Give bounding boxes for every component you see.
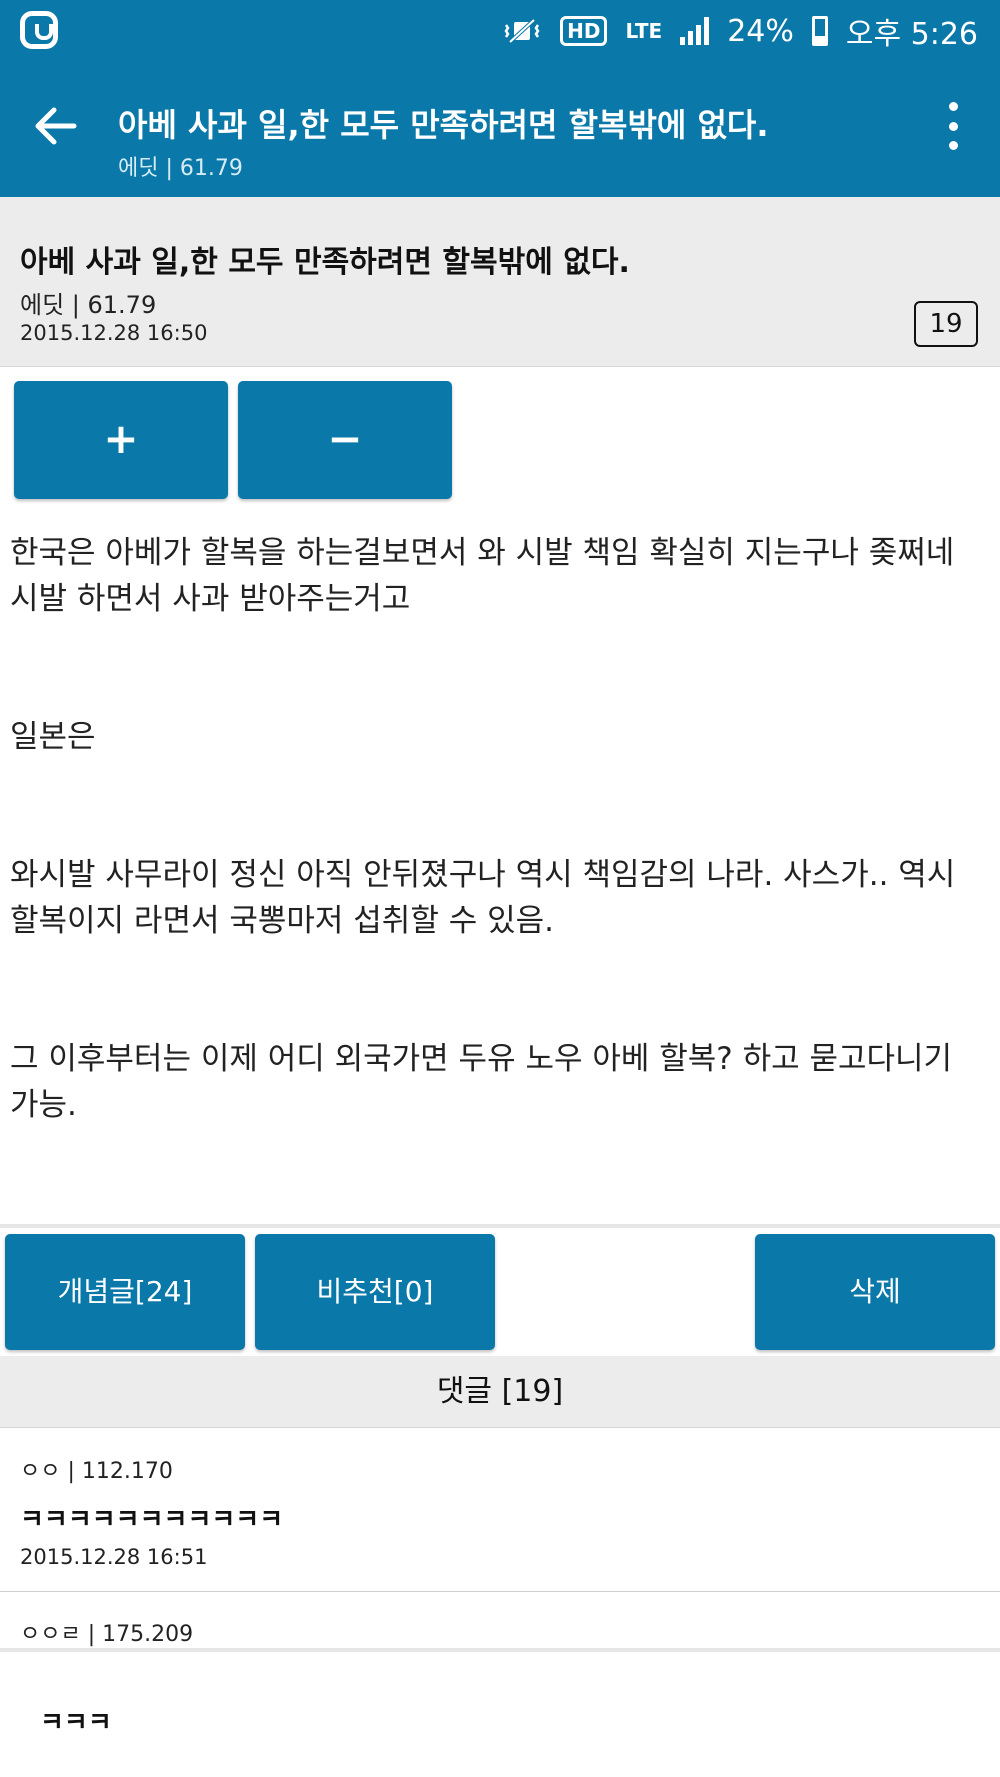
comments-header: 댓글 [19]: [0, 1356, 1000, 1428]
upvote-button[interactable]: +: [14, 381, 228, 499]
battery-percent: 24%: [727, 13, 794, 49]
comment-date: 2015.12.28 16:51: [20, 1545, 208, 1569]
app-logo-icon: [20, 11, 58, 49]
hd-icon: HD: [560, 16, 608, 46]
divider: [0, 1648, 1000, 1652]
post-paragraph: 일본은: [10, 719, 96, 755]
concept-post-button[interactable]: 개념글[24]: [5, 1234, 245, 1350]
status-icons: HD LTE 24% 오후 5:26: [502, 12, 978, 52]
app-bar-title: 아베 사과 일,한 모두 만족하려면 할복밖에 없다.: [118, 106, 769, 144]
lte-icon: LTE: [625, 19, 663, 43]
comment-text: ㅋㅋㅋㅋㅋㅋㅋㅋㅋㅋㅋ: [20, 1505, 284, 1535]
post-header: 아베 사과 일,한 모두 만족하려면 할복밖에 없다. 에딧 | 61.79 2…: [0, 197, 1000, 367]
back-arrow-icon[interactable]: [34, 104, 80, 150]
vibrate-icon: [502, 16, 542, 46]
app-bar-subtitle: 에딧 | 61.79: [118, 156, 243, 181]
downvote-button[interactable]: −: [238, 381, 452, 499]
status-time: 오후 5:26: [845, 17, 978, 52]
post-paragraph: 그 이후부터는 이제 어디 외국가면 두유 노우 아베 할복? 하고 묻고다니기…: [10, 1041, 953, 1123]
comment-item: ㅇㅇ | 112.170 ㅋㅋㅋㅋㅋㅋㅋㅋㅋㅋㅋ 2015.12.28 16:5…: [0, 1429, 1000, 1591]
delete-button[interactable]: 삭제: [755, 1234, 995, 1350]
comment-text: ㅋㅋㅋ: [40, 1708, 112, 1738]
more-vertical-icon[interactable]: [946, 102, 960, 150]
battery-icon: [811, 16, 828, 46]
post-author: 에딧 | 61.79: [20, 291, 157, 319]
signal-icon: [680, 17, 710, 45]
post-date: 2015.12.28 16:50: [20, 321, 208, 345]
comment-count-badge[interactable]: 19: [914, 301, 978, 347]
comment-author: ㅇㅇㄹ | 175.209: [20, 1622, 194, 1647]
divider: [0, 1224, 1000, 1228]
app-bar: 아베 사과 일,한 모두 만족하려면 할복밖에 없다. 에딧 | 61.79: [0, 62, 1000, 197]
status-bar: HD LTE 24% 오후 5:26: [0, 0, 1000, 62]
comment-author: ㅇㅇ | 112.170: [20, 1459, 173, 1484]
non-recommend-button[interactable]: 비추천[0]: [255, 1234, 495, 1350]
post-title: 아베 사과 일,한 모두 만족하려면 할복밖에 없다.: [20, 245, 630, 280]
post-paragraph: 와시발 사무라이 정신 아직 안뒤졌구나 역시 책임감의 나라. 사스가.. 역…: [10, 857, 956, 939]
vote-row: + −: [0, 367, 1000, 513]
comment-item: ㅇㅇㄹ | 175.209 ㅋㅋㅋ: [0, 1592, 1000, 1777]
post-paragraph: 한국은 아베가 할복을 하는걸보면서 와 시발 책임 확실히 지는구나 좆쩌네 …: [10, 535, 955, 617]
post-body: 한국은 아베가 할복을 하는걸보면서 와 시발 책임 확실히 지는구나 좆쩌네 …: [10, 530, 990, 1128]
